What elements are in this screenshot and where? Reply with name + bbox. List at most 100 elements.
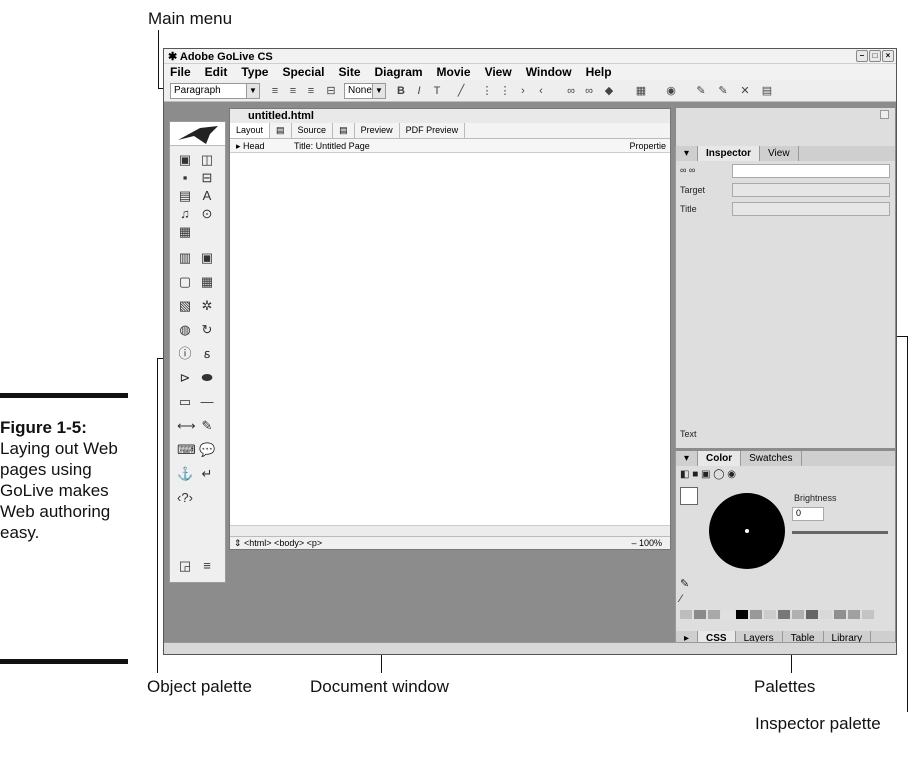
browser-icon[interactable]: ◉ [664,84,678,98]
box-object-icon[interactable]: ▢ [177,274,193,290]
zoom-level[interactable]: – 100% [631,537,662,549]
eraser-icon[interactable]: ⬬ [199,370,215,386]
tab-color[interactable]: Color [698,451,742,466]
no-color-icon[interactable]: ⁄ [680,593,682,605]
line-icon[interactable]: — [199,394,215,410]
color-mode-icons[interactable]: ◧ ■ ▣ ◯ ◉ [680,469,736,480]
menu-window[interactable]: Window [526,65,572,79]
tab-outline[interactable]: ▤ [333,123,355,138]
color-swatch-strip[interactable] [680,610,890,620]
palette-menu-icon[interactable]: ▾ [676,146,699,161]
unlink-icon[interactable]: ∞ [582,84,596,98]
play-icon[interactable]: ⊳ [177,370,193,386]
tab-inspector[interactable]: Inspector [698,146,761,161]
header-select[interactable]: None ▼ [344,83,386,99]
close-icon[interactable]: × [882,50,894,62]
target-field[interactable] [732,183,890,197]
head-toggle[interactable]: ▸ Head [236,139,265,153]
layout-grid-icon[interactable]: ◫ [199,152,215,168]
menu-special[interactable]: Special [282,65,324,79]
paragraph-format-select[interactable]: Paragraph ▼ [170,83,260,99]
image-placeholder-icon[interactable]: ▧ [177,298,193,314]
brightness-slider[interactable] [792,531,888,534]
link-icon[interactable]: ∞ [564,84,578,98]
url-field[interactable] [732,164,890,178]
brightness-field[interactable]: 0 [792,507,824,521]
plugin-object-icon[interactable]: ♫ [177,206,193,222]
tab-source[interactable]: Source [292,123,334,138]
tab-swatches[interactable]: Swatches [741,451,802,466]
layout-object-icon[interactable]: ▣ [199,250,215,266]
menu-edit[interactable]: Edit [205,65,228,79]
maximize-icon[interactable]: □ [869,50,881,62]
info-icon[interactable]: ⓘ [177,346,193,362]
menu-view[interactable]: View [485,65,512,79]
svg-icon[interactable]: ꟙ [199,346,215,362]
color-wheel[interactable] [709,493,785,569]
layout-canvas[interactable] [230,154,670,514]
minimize-icon[interactable]: – [856,50,868,62]
outdent-icon[interactable]: ‹ [534,84,548,98]
tool-icon-3[interactable]: ✕ [738,84,752,98]
anchor-icon[interactable]: ◆ [602,84,616,98]
tool-icon-4[interactable]: ▤ [760,84,774,98]
palette-menu-icon[interactable]: ▾ [676,451,699,466]
page-properties-button[interactable]: Propertie [629,139,666,153]
align-right-icon[interactable]: ≡ [304,84,318,98]
italic-icon[interactable]: I [412,84,426,98]
eyedropper-icon[interactable]: ✎ [680,577,689,590]
menu-site[interactable]: Site [339,65,361,79]
site-icon[interactable]: ▦ [634,84,648,98]
align-left-icon[interactable]: ≡ [268,84,282,98]
numbered-list-icon[interactable]: ⋮ [480,84,494,98]
table-grid-icon[interactable]: ▦ [199,274,215,290]
refresh-icon[interactable]: ↻ [199,322,215,338]
text-object-icon[interactable]: A [199,188,215,204]
palette-switch-icon[interactable]: ◲ [177,558,193,574]
bold-icon[interactable]: B [394,84,408,98]
line-break-icon[interactable]: ↵ [199,466,215,482]
grid-object-icon[interactable]: ▥ [177,250,193,266]
list-icon[interactable]: ⊟ [324,84,338,98]
menu-type[interactable]: Type [241,65,268,79]
spacer-icon[interactable]: ⟷ [177,418,196,434]
comment-bubble-icon[interactable]: ✎ [199,418,215,434]
globe-icon[interactable]: ◍ [177,322,193,338]
basic-object-icon[interactable]: ▣ [177,152,193,168]
align-center-icon[interactable]: ≡ [286,84,300,98]
indent-icon[interactable]: › [516,84,530,98]
tool-icon-1[interactable]: ✎ [694,84,708,98]
keyboard-icon[interactable]: ⌨ [177,442,196,458]
search-object-icon[interactable]: ⊙ [199,206,215,222]
floating-box-icon[interactable]: ▤ [177,188,193,204]
teletype-icon[interactable]: T [430,84,444,98]
menu-help[interactable]: Help [586,65,612,79]
bullet-list-icon[interactable]: ⋮ [498,84,512,98]
speech-bubble-icon[interactable]: 💬 [199,442,215,458]
tab-view[interactable]: View [760,146,799,161]
horizontal-scrollbar[interactable] [230,525,670,536]
tab-preview[interactable]: Preview [355,123,400,138]
frame-object-icon[interactable]: ▦ [177,224,193,240]
color-icon[interactable]: ╱ [454,84,468,98]
markup-tree-path[interactable]: ⇕ <html> <body> <p> [234,537,322,549]
tab-frame-editor[interactable]: ▤ [270,123,292,138]
image-object-icon[interactable]: ▪ [177,170,193,186]
color-preview-swatch[interactable] [680,487,698,505]
menu-movie[interactable]: Movie [437,65,471,79]
palette-menu-icon[interactable]: ≡ [199,558,215,574]
menu-file[interactable]: File [170,65,191,79]
table-object-icon[interactable]: ⊟ [199,170,215,186]
tab-pdf-preview[interactable]: PDF Preview [400,123,466,138]
close-icon[interactable] [880,110,889,119]
gear-icon[interactable]: ✲ [199,298,215,314]
anchor-object-icon[interactable]: ⚓ [177,466,193,482]
title-field[interactable] [732,202,890,216]
form-field-icon[interactable]: ▭ [177,394,193,410]
menu-diagram[interactable]: Diagram [375,65,423,79]
tab-layout[interactable]: Layout [230,123,271,138]
tool-icon-2[interactable]: ✎ [716,84,730,98]
page-title-field[interactable]: Title: Untitled Page [294,139,370,153]
link-icon[interactable]: ∞ ∞ [680,165,695,175]
code-icon[interactable]: ‹?› [177,490,193,506]
